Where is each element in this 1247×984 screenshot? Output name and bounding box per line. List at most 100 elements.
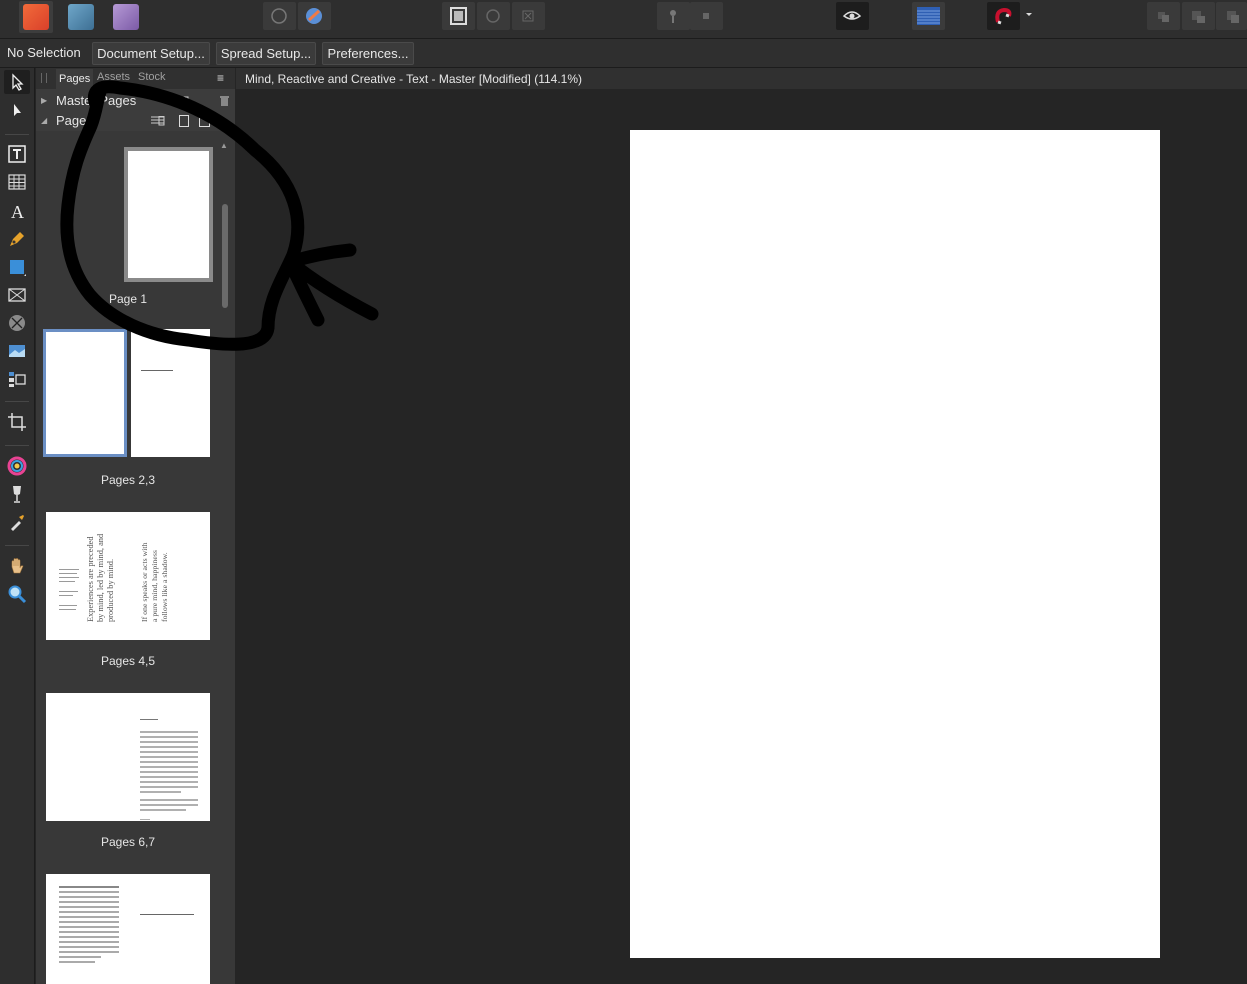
node-tool-icon [14,104,21,116]
ellipse-frame-tool[interactable] [4,311,30,335]
baseline-grid-button[interactable] [912,2,945,30]
text-line [140,776,198,778]
studiolink-button[interactable] [298,2,331,30]
hand-tool[interactable] [4,554,30,578]
crop-tool[interactable] [4,410,30,434]
snapping-dropdown-chevron[interactable] [1023,8,1035,22]
pin-button[interactable] [657,2,690,30]
thumbnail-page-1[interactable] [124,147,213,282]
master-pages-label: Master Pages [56,93,137,108]
page-thumbnail-right [131,329,210,457]
preferences-button[interactable]: Preferences... [322,42,414,65]
text-line [59,961,95,963]
insert-master-icon[interactable] [179,96,189,106]
artistic-text-tool[interactable]: A [4,199,30,223]
close-view-button[interactable] [512,2,545,30]
circle-button[interactable] [477,2,510,30]
eye-icon [842,11,862,20]
tab-assets[interactable]: Assets [97,71,130,83]
scrollbar-thumb[interactable] [222,204,228,308]
snapping-button[interactable] [987,2,1020,30]
page-label: Pages 4,5 [100,654,156,668]
document-canvas[interactable] [236,90,1247,984]
pin-icon [670,10,676,23]
single-page-icon[interactable] [179,115,189,127]
text-line [141,370,173,371]
panel-grip-icon[interactable] [41,73,47,83]
pen-tool-icon [10,232,24,246]
expand-icon: ▶ [41,96,48,105]
arrange-icon [1192,11,1205,23]
text-line [140,746,198,748]
data-merge-tool[interactable] [4,367,30,391]
text-line [140,761,198,763]
text-line [59,891,119,893]
arrange-icon [1227,11,1239,23]
frame-text-tool-icon [8,145,26,163]
text-line [140,809,187,811]
text-line [59,896,119,898]
rectangle-tool-icon [10,260,26,276]
fill-tool-icon [13,486,21,503]
rectangle-tool[interactable] [4,255,30,279]
eyedropper-tool[interactable] [4,510,30,534]
scroll-up-arrow[interactable]: ▲ [220,141,228,150]
context-toolbar: No Selection Document Setup... Spread Se… [0,39,1247,68]
delete-icon[interactable] [220,96,230,106]
page-layout-icon[interactable] [151,116,165,126]
document-tab-bar[interactable]: Mind, Reactive and Creative - Text - Mas… [236,68,1247,89]
text-line [59,941,119,943]
thumbnail-pages-2-3[interactable] [43,329,211,460]
pen-tool[interactable] [4,227,30,251]
document-setup-button[interactable]: Document Setup... [92,42,210,65]
text-line [140,804,198,806]
frame-text-tool[interactable] [4,142,30,166]
preflight-button[interactable] [442,2,475,30]
preview-button[interactable] [836,2,869,30]
tab-stock[interactable]: Stock [138,71,166,83]
upload-icon [271,8,287,24]
thumbnail-pages-8-9[interactable] [46,874,210,984]
move-tool[interactable] [4,70,30,94]
color-picker-tool[interactable] [4,454,30,478]
tool-separator [5,134,29,135]
arrange-forward-button[interactable] [1182,2,1215,30]
zoom-tool[interactable] [4,582,30,606]
arrange-front-button[interactable] [1147,2,1180,30]
panel-tab-bar: Pages Assets Stock ≡ [36,68,235,89]
tool-separator [5,545,29,546]
selection-status: No Selection [7,45,81,60]
table-tool[interactable] [4,170,30,194]
tool-separator [5,401,29,402]
page-thumbnails-list[interactable]: ▲ Page 1 Pages 2,3 Experiences are prece… [36,131,235,984]
page-label: Pages 6,7 [100,835,156,849]
persona-publisher-button[interactable] [19,1,53,33]
node-tool[interactable] [4,98,30,122]
collapse-icon: ◢ [41,116,48,125]
text-line [140,756,198,758]
quote-vertical-right: If one speaks or acts with a pure mind, … [140,542,169,622]
fill-tool[interactable] [4,482,30,506]
picture-frame-tool[interactable] [4,283,30,307]
text-line [59,591,78,592]
arrange-back-button[interactable] [1216,2,1247,30]
master-page-sheet[interactable] [630,130,1160,958]
persona-photo-button[interactable] [109,1,143,33]
tab-pages[interactable]: Pages [56,69,94,89]
page-thumbnail-left [43,329,127,457]
spread-setup-button[interactable]: Spread Setup... [216,42,316,65]
text-line [59,901,119,903]
square-button[interactable] [690,2,723,30]
place-image-tool[interactable] [4,339,30,363]
persona-designer-button[interactable] [64,1,98,33]
master-pages-section[interactable]: ▶ Master Pages [36,91,235,111]
thumbnail-pages-4-5[interactable]: Experiences are preceded by mind, led by… [46,512,210,640]
thumbnail-pages-6-7[interactable] [46,693,210,821]
text-line [59,936,119,938]
share-button[interactable] [263,2,296,30]
table-tool-icon [8,174,26,190]
panel-menu-icon[interactable]: ≡ [217,71,224,85]
main-toolbar [0,0,1247,39]
spread-icon[interactable] [199,115,211,127]
pages-section[interactable]: ◢ Pages [36,111,235,131]
